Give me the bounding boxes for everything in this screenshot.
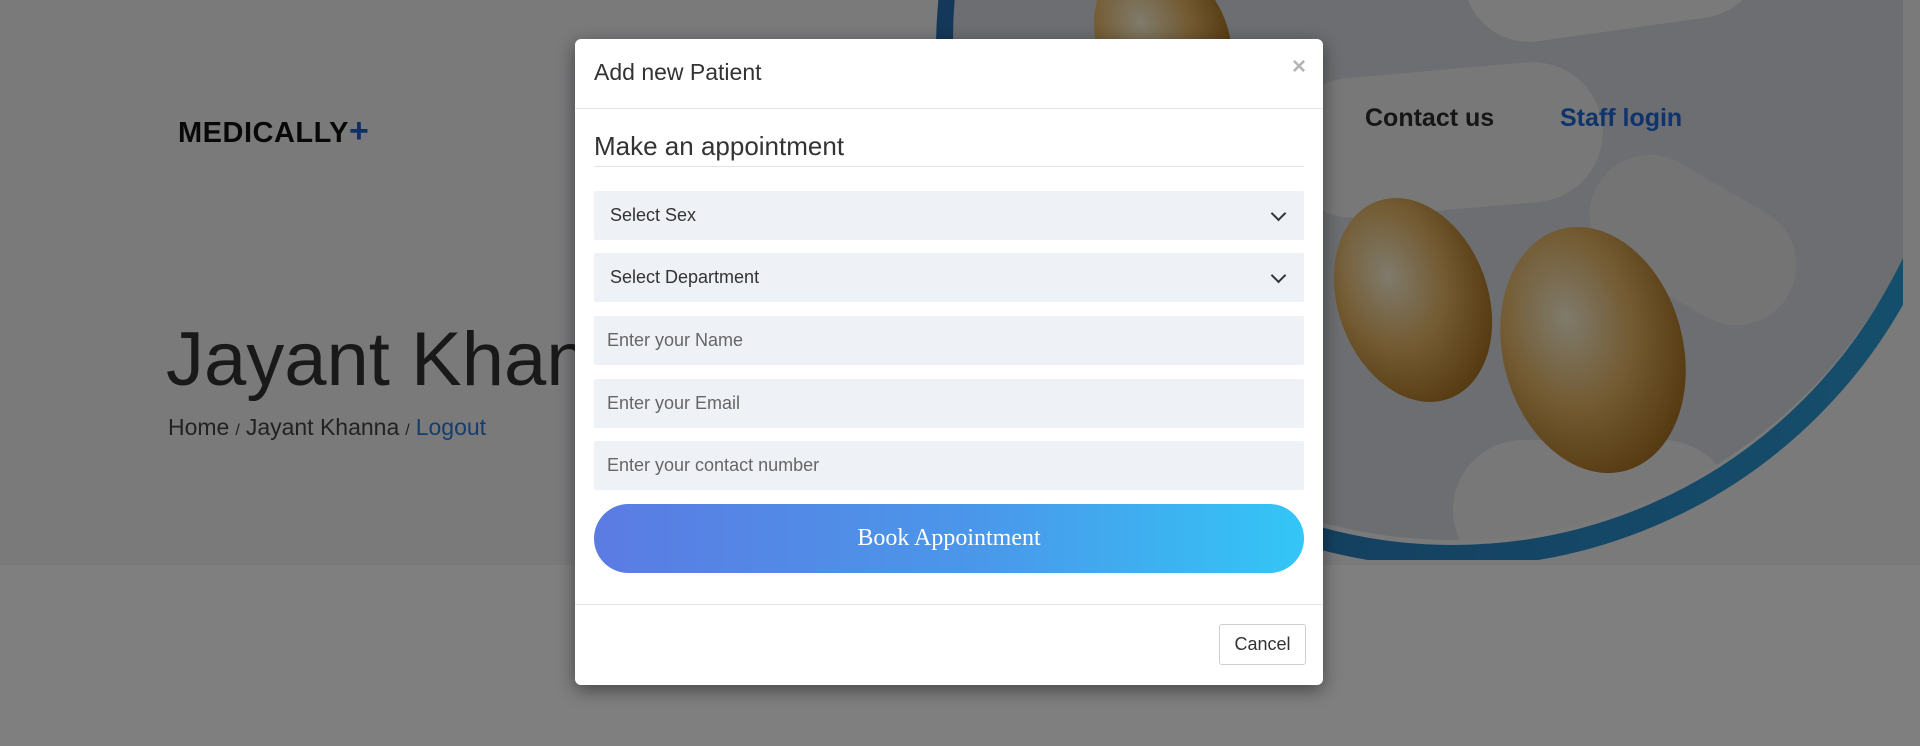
modal-header: Add new Patient × [575,39,1323,109]
form-heading: Make an appointment [594,131,1304,167]
department-select[interactable]: Select Department [594,253,1304,302]
name-input[interactable] [594,316,1304,365]
chevron-down-icon [1270,205,1287,221]
department-select-value: Select Department [610,267,760,287]
chevron-down-icon [1270,267,1287,283]
close-icon[interactable]: × [1292,53,1306,81]
email-input[interactable] [594,379,1304,428]
cancel-button[interactable]: Cancel [1219,624,1306,665]
book-appointment-button[interactable]: Book Appointment [594,504,1304,573]
modal-title: Add new Patient [594,59,762,85]
sex-select[interactable]: Select Sex [594,191,1304,240]
contact-number-input[interactable] [594,441,1304,490]
sex-select-value: Select Sex [610,205,697,225]
modal-footer: Cancel [575,604,1323,686]
add-patient-modal: Add new Patient × Make an appointment Se… [575,39,1323,685]
